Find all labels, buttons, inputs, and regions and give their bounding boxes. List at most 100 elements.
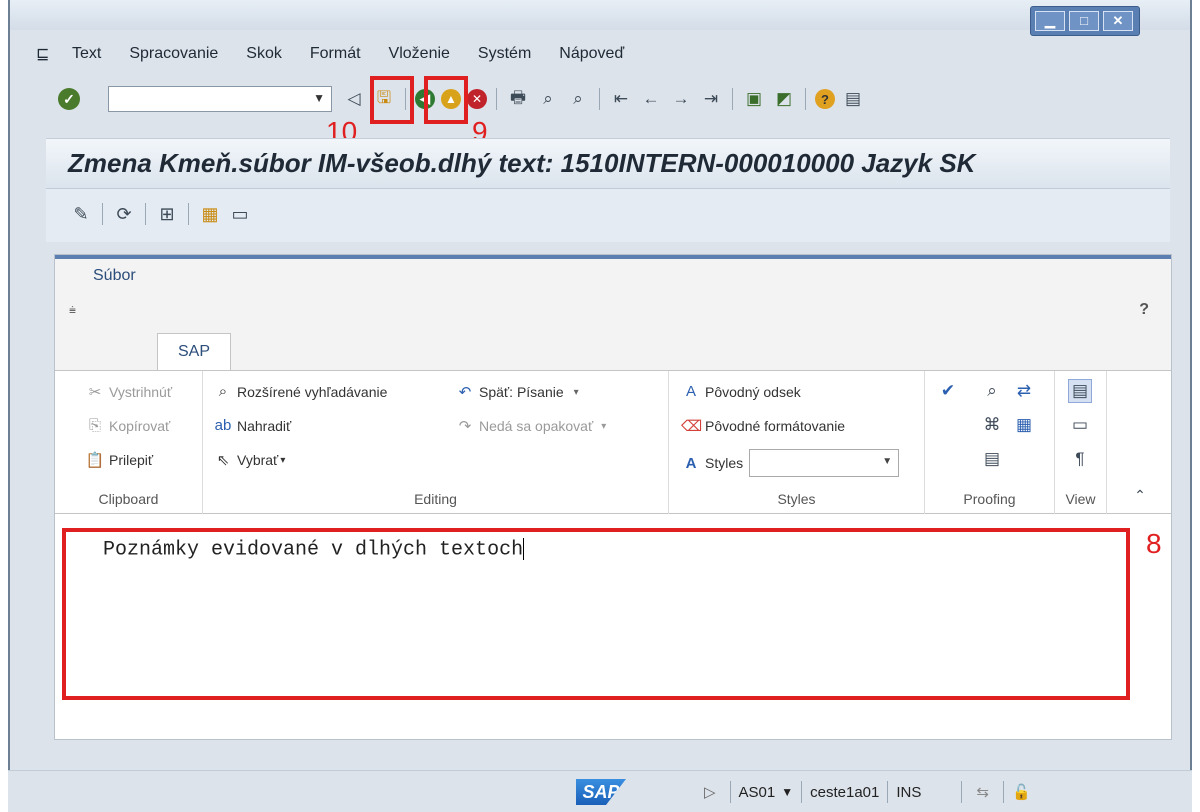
toolbar-separator: [145, 203, 146, 225]
word-count-icon[interactable]: ▦: [1012, 413, 1036, 437]
menu-skok[interactable]: Skok: [246, 45, 282, 63]
status-expand-icon[interactable]: ▷: [704, 783, 716, 801]
annotation-box-editor: [62, 528, 1130, 700]
copy-icon: ⎘: [88, 417, 101, 434]
menu-text[interactable]: Text: [72, 45, 101, 63]
paste-button[interactable]: 📋 Prilepiť: [85, 451, 154, 469]
cut-label: Vystrihnúť: [109, 384, 173, 400]
thesaurus-icon[interactable]: ▤: [980, 447, 1004, 471]
server-name: ceste1a01: [810, 783, 880, 801]
command-field[interactable]: ▼: [108, 86, 332, 112]
command-input[interactable]: [109, 87, 299, 111]
reset-paragraph-button[interactable]: A Pôvodný odsek: [681, 383, 801, 400]
spelling-icon[interactable]: ✔: [936, 379, 960, 403]
chevron-down-icon[interactable]: ▼: [313, 91, 325, 105]
quick-access-toolbar[interactable]: ⩧: [69, 303, 76, 318]
new-session-icon[interactable]: ▣: [742, 87, 766, 111]
undo-dropdown-icon[interactable]: ▾: [574, 387, 579, 398]
file-tab[interactable]: Súbor: [93, 267, 136, 285]
help-icon[interactable]: ?: [815, 89, 835, 109]
window-controls: ▁ □ ✕: [1030, 6, 1140, 36]
find-icon[interactable]: ⌕: [536, 87, 560, 111]
screen-title: Zmena Kmeň.súbor IM-všeob.dlhý text: 151…: [46, 139, 1170, 189]
last-page-icon[interactable]: ⇥: [699, 87, 723, 111]
cancel-icon[interactable]: ✕: [467, 89, 487, 109]
redo-icon: ↷: [458, 418, 472, 435]
tab-sap[interactable]: SAP: [157, 333, 231, 371]
pilcrow-icon[interactable]: ¶: [1068, 447, 1092, 471]
find-next-icon[interactable]: ⌕: [566, 87, 590, 111]
status-info: ▷ AS01 ▼ ceste1a01 INS ⇆ 🔓: [704, 781, 1031, 803]
print-layout-icon[interactable]: ▤: [1068, 379, 1092, 403]
cut-button[interactable]: ✂ Vystrihnúť: [85, 383, 172, 401]
status-separator: [729, 781, 731, 803]
redo-label: Nedá sa opakovať: [479, 418, 594, 434]
toolbar-separator: [102, 203, 103, 225]
reset-paragraph-label: Pôvodný odsek: [705, 383, 801, 400]
annotation-box-back: [424, 76, 468, 124]
display-change-icon[interactable]: ✎: [69, 202, 93, 226]
maximize-button[interactable]: □: [1069, 11, 1099, 31]
proofing-group: ✔ ⌕ ⇄ ⌘ ▦ ▤ Proofing: [925, 371, 1055, 515]
copy-button[interactable]: ⎘ Kopírovať: [85, 417, 170, 434]
menu-napoved[interactable]: Nápoveď: [559, 45, 624, 63]
status-separator: [887, 781, 889, 803]
format-icon[interactable]: ▦: [198, 202, 222, 226]
menu-spracovanie[interactable]: Spracovanie: [129, 45, 218, 63]
research-icon[interactable]: ⌕: [980, 379, 1004, 403]
print-icon[interactable]: 🖶: [506, 87, 530, 111]
menu-vlozenie[interactable]: Vloženie: [389, 45, 450, 63]
dropdown-arrow-icon: ▾: [280, 454, 286, 466]
toolbar-separator: [732, 88, 733, 110]
layout-icon[interactable]: ⇆: [976, 783, 989, 801]
sap-logo: SAP: [576, 779, 626, 805]
collapse-left-icon[interactable]: ◁: [342, 87, 366, 111]
enter-icon[interactable]: ✓: [58, 88, 80, 110]
insert-icon[interactable]: ⊞: [155, 202, 179, 226]
menu-format[interactable]: Formát: [310, 45, 361, 63]
scissors-icon: ✂: [88, 384, 102, 401]
menu-icon[interactable]: ⊑: [36, 44, 58, 64]
editing-group: ⌕ Rozšírené vyhľadávanie ab Nahradiť ⇖ Vybr…: [203, 371, 669, 515]
undo-button[interactable]: ↶ Späť: Písanie ▾: [455, 383, 579, 401]
previous-page-icon[interactable]: ←: [639, 87, 663, 111]
styles-dropdown[interactable]: ▼: [749, 449, 900, 477]
paste-label: Prilepiť: [109, 452, 154, 468]
redo-dropdown-icon: ▾: [601, 420, 607, 432]
cursor-icon: ⇖: [216, 452, 230, 469]
clipboard-group: ✂ Vystrihnúť ⎘ Kopírovať 📋 Prilepiť Clipboa…: [55, 371, 203, 515]
collapse-ribbon-icon[interactable]: ⌃: [1128, 483, 1152, 507]
replace-button[interactable]: ab Nahradiť: [213, 417, 292, 434]
menu-bar: ⊑ Text Spracovanie Skok Formát Vloženie …: [36, 44, 652, 64]
toolbar-separator: [805, 88, 806, 110]
layout-menu-icon[interactable]: ▤: [841, 87, 865, 111]
shortcut-icon[interactable]: ◩: [772, 87, 796, 111]
close-button[interactable]: ✕: [1103, 11, 1133, 31]
translate-icon[interactable]: ⇄: [1012, 379, 1036, 403]
reset-format-button[interactable]: ⌫ Pôvodné formátovanie: [681, 417, 845, 435]
styles-icon: A: [685, 454, 697, 472]
advanced-find-button[interactable]: ⌕ Rozšírené vyhľadávanie: [213, 383, 388, 400]
lock-icon[interactable]: 🔓: [1012, 783, 1031, 801]
minimize-button[interactable]: ▁: [1035, 11, 1065, 31]
view-group-label: View: [1065, 491, 1096, 507]
menu-system[interactable]: Systém: [478, 45, 531, 63]
copy-label: Kopírovať: [109, 417, 171, 434]
undo-icon: ↶: [458, 384, 472, 401]
refresh-icon[interactable]: ⟳: [112, 202, 136, 226]
system-dropdown-icon[interactable]: ▼: [781, 785, 793, 799]
redo-button[interactable]: ↷ Nedá sa opakovať ▾: [455, 417, 607, 435]
language-icon[interactable]: ⌘: [980, 413, 1004, 437]
clipboard-group-label: Clipboard: [98, 491, 159, 507]
select-button[interactable]: ⇖ Vybrať ▾: [213, 451, 286, 469]
styles-label: Styles: [705, 455, 744, 471]
insert-mode[interactable]: INS: [896, 784, 921, 801]
status-separator: [801, 781, 803, 803]
system-id: AS01: [738, 783, 776, 801]
help-question-icon[interactable]: ?: [1139, 301, 1149, 319]
first-page-icon[interactable]: ⇤: [609, 87, 633, 111]
next-page-icon[interactable]: →: [669, 87, 693, 111]
draft-view-icon[interactable]: ▭: [1068, 413, 1092, 437]
comment-icon[interactable]: ▭: [228, 202, 252, 226]
annotation-number-editor: 8: [1146, 528, 1162, 559]
